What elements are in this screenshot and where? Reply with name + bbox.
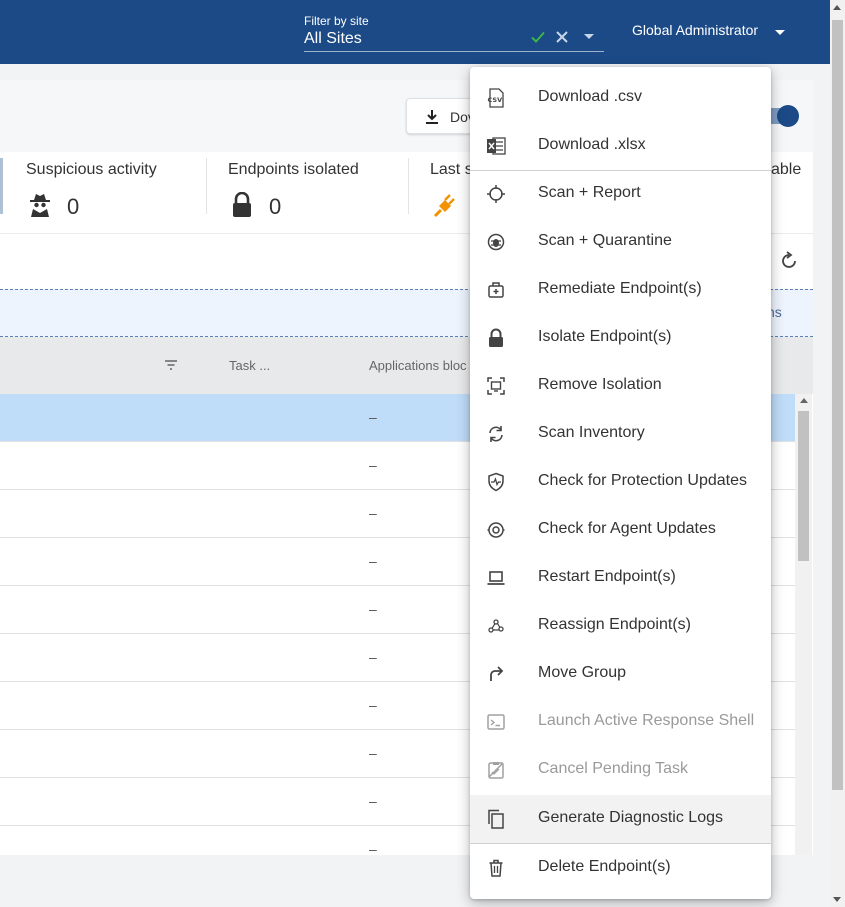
menu-item-label: Download .xlsx	[538, 136, 646, 153]
menu-item-label: Restart Endpoint(s)	[538, 568, 676, 585]
filter-icon[interactable]	[164, 359, 178, 371]
stat-label-partial: able	[771, 161, 802, 178]
scroll-up-icon[interactable]	[800, 398, 808, 403]
table-cell: –	[369, 745, 377, 761]
user-menu[interactable]: Global Administrator	[632, 22, 758, 38]
scroll-down-icon[interactable]	[833, 897, 841, 902]
menu-item-label: Scan + Report	[538, 184, 641, 201]
menu-item-label: Reassign Endpoint(s)	[538, 616, 691, 633]
table-scrollbar[interactable]	[795, 394, 812, 855]
menu-item-agent-updates[interactable]: Check for Agent Updates	[470, 506, 771, 554]
stat-value: 0	[67, 194, 80, 219]
plug-icon	[433, 194, 455, 218]
cancel-task-icon	[488, 762, 504, 779]
menu-item-remove-isolation[interactable]: Remove Isolation	[470, 362, 771, 410]
site-filter-label: Filter by site	[304, 14, 369, 28]
copy-icon	[488, 809, 504, 829]
divider	[206, 158, 207, 214]
crosshair-icon	[487, 185, 505, 203]
table-cell: –	[369, 457, 377, 473]
lock-icon	[489, 328, 503, 347]
menu-item-label: Delete Endpoint(s)	[538, 858, 671, 875]
laptop-icon	[487, 571, 505, 585]
menu-item-launch-shell: Launch Active Response Shell	[470, 698, 771, 746]
menu-item-scan-report[interactable]: Scan + Report	[470, 170, 771, 218]
spy-icon	[30, 194, 50, 217]
menu-item-scan-inventory[interactable]: Scan Inventory	[470, 410, 771, 458]
stat-label: Suspicious activity	[26, 161, 157, 178]
lock-icon	[233, 192, 251, 217]
table-cell: –	[369, 505, 377, 521]
menu-item-delete-endpoint[interactable]: Delete Endpoint(s)	[470, 844, 771, 892]
menu-item-label: Check for Protection Updates	[538, 472, 747, 489]
chevron-down-icon[interactable]	[775, 30, 785, 35]
table-cell: –	[369, 553, 377, 569]
chevron-down-icon[interactable]	[584, 34, 594, 39]
menu-item-label: Launch Active Response Shell	[538, 712, 755, 729]
medkit-icon	[488, 282, 504, 298]
table-cell: –	[369, 697, 377, 713]
menu-item-label: Scan Inventory	[538, 424, 645, 441]
stats-edge-marker	[0, 158, 3, 214]
site-filter-value[interactable]: All Sites	[304, 30, 362, 48]
menu-item-label: Scan + Quarantine	[538, 232, 672, 249]
menu-item-remediate[interactable]: Remediate Endpoint(s)	[470, 266, 771, 314]
menu-item-protection-updates[interactable]: Check for Protection Updates	[470, 458, 771, 506]
table-scroll-thumb[interactable]	[798, 411, 809, 561]
terminal-icon	[487, 714, 505, 730]
menu-item-cancel-task: Cancel Pending Task	[470, 746, 771, 794]
table-cell: –	[369, 409, 377, 425]
menu-item-scan-quarantine[interactable]: Scan + Quarantine	[470, 218, 771, 266]
table-cell: –	[369, 841, 377, 855]
top-bar: Filter by site All Sites Global Administ…	[0, 0, 830, 64]
graph-icon	[488, 619, 504, 633]
column-header-task[interactable]: Task ...	[229, 358, 270, 373]
menu-item-label: Remediate Endpoint(s)	[538, 280, 702, 297]
table-cell: –	[369, 793, 377, 809]
agent-update-icon	[487, 522, 505, 538]
unisolate-icon	[487, 377, 505, 395]
close-icon[interactable]	[553, 28, 571, 46]
divider	[408, 158, 409, 214]
menu-item-label: Check for Agent Updates	[538, 520, 716, 537]
column-header-applications-blocked[interactable]: Applications bloc	[369, 358, 474, 373]
shield-pulse-icon	[488, 472, 504, 492]
stat-label: Endpoints isolated	[228, 161, 359, 178]
svg-text:CSV: CSV	[488, 96, 503, 104]
menu-item-label: Remove Isolation	[538, 376, 662, 393]
menu-item-label: Download .csv	[538, 88, 643, 105]
refresh-icon[interactable]	[778, 250, 800, 272]
site-filter[interactable]: Filter by site All Sites	[304, 12, 604, 52]
download-icon	[426, 110, 438, 124]
bug-icon	[487, 233, 505, 251]
stat-value: 0	[269, 194, 282, 219]
menu-item-diagnostic-logs[interactable]: Generate Diagnostic Logs	[470, 795, 771, 843]
csv-icon: CSV	[488, 88, 504, 108]
page-scroll-thumb[interactable]	[832, 20, 843, 790]
menu-item-restart[interactable]: Restart Endpoint(s)	[470, 554, 771, 602]
excel-icon	[487, 137, 506, 155]
menu-item-label: Isolate Endpoint(s)	[538, 328, 672, 345]
sync-icon	[489, 426, 503, 442]
page-scrollbar[interactable]	[830, 0, 845, 907]
stat-label: Last s	[430, 161, 473, 178]
menu-item-isolate[interactable]: Isolate Endpoint(s)	[470, 314, 771, 362]
table-cell: –	[369, 601, 377, 617]
redo-arrow-icon	[490, 666, 504, 681]
table-cell: –	[369, 649, 377, 665]
menu-item-label: Move Group	[538, 664, 627, 681]
menu-item-reassign[interactable]: Reassign Endpoint(s)	[470, 602, 771, 650]
menu-item-download-csv[interactable]: CSV Download .csv	[470, 74, 771, 122]
actions-menu: CSV Download .csv Download .xlsx Scan + …	[470, 67, 771, 899]
check-icon[interactable]	[529, 28, 547, 46]
trash-icon	[489, 859, 503, 877]
menu-item-label: Generate Diagnostic Logs	[538, 809, 723, 826]
menu-item-label: Cancel Pending Task	[538, 760, 689, 777]
menu-item-move-group[interactable]: Move Group	[470, 650, 771, 698]
scroll-up-icon[interactable]	[833, 5, 841, 10]
menu-item-download-xlsx[interactable]: Download .xlsx	[470, 122, 771, 170]
